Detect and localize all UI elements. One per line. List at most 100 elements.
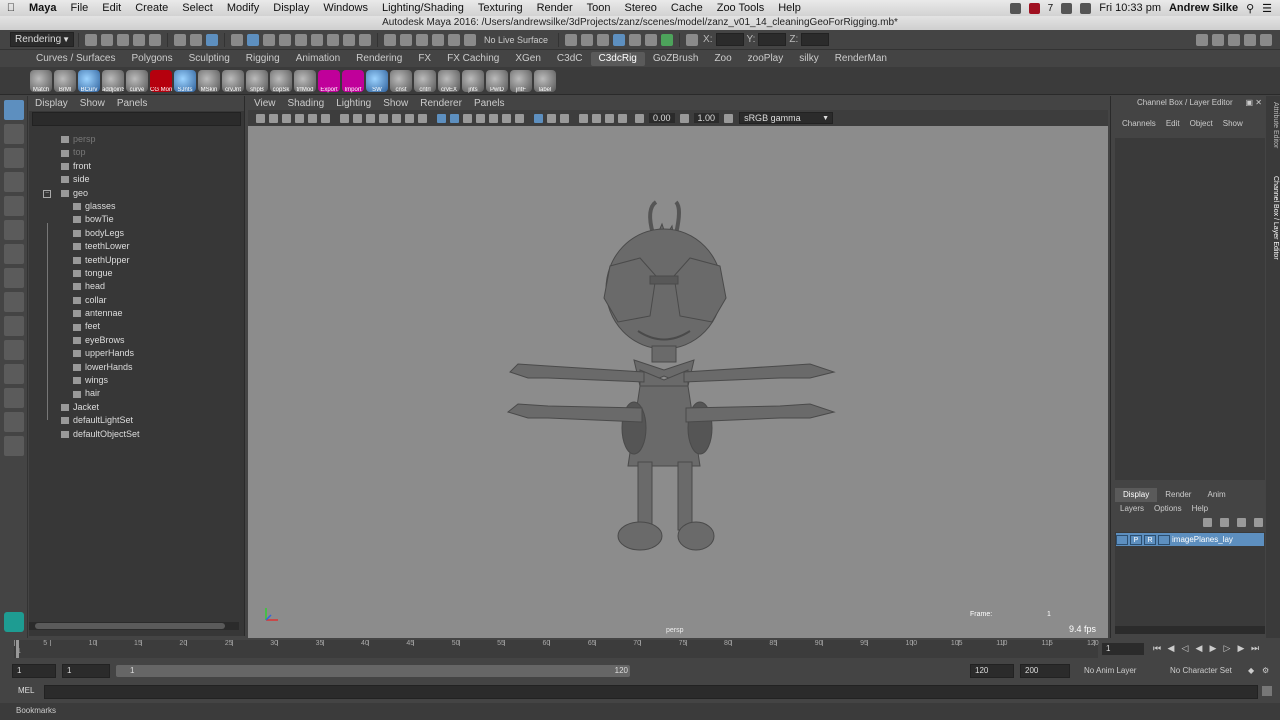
new-layer-selected-icon[interactable] — [1254, 518, 1263, 527]
shelf-button-match[interactable]: Match — [30, 69, 52, 93]
command-input[interactable] — [44, 685, 1258, 699]
coord-y-input[interactable] — [758, 33, 787, 46]
shelf-button-crvjnt[interactable]: crvJnt — [222, 69, 244, 93]
tab-attribute-editor[interactable]: Attribute Editor — [1267, 102, 1279, 148]
safe-title-icon[interactable] — [418, 113, 427, 123]
grid-icon[interactable] — [340, 113, 349, 123]
preferences-icon[interactable]: ⚙ — [1262, 664, 1269, 678]
shelf-button-jntf[interactable]: jntF — [510, 69, 532, 93]
outliner-item[interactable]: bowTie — [29, 213, 244, 226]
gamma-icon[interactable] — [679, 113, 689, 123]
layer-flag-toggle[interactable] — [1116, 534, 1128, 545]
menu-render[interactable]: Render — [530, 2, 580, 14]
image-plane-icon[interactable] — [295, 113, 304, 123]
shelf-button-jnts[interactable]: jnts — [462, 69, 484, 93]
shelf-button-trfmod[interactable]: trfMod — [294, 69, 316, 93]
menu-modify[interactable]: Modify — [220, 2, 266, 14]
outliner-item[interactable]: tongue — [29, 267, 244, 280]
render-view-icon[interactable] — [565, 33, 578, 46]
shelf-button-sjnts[interactable]: SJnts — [174, 69, 196, 93]
shelf-button-copsk[interactable]: copSk — [270, 69, 292, 93]
shelf-button-curve[interactable]: curve — [126, 69, 148, 93]
isolate-select-icon[interactable] — [579, 113, 588, 123]
channel-box-scrollbar[interactable] — [1115, 626, 1265, 634]
mask-deform-icon[interactable] — [279, 33, 291, 46]
animation-end-field[interactable]: 200 — [1020, 664, 1070, 678]
menu-cache[interactable]: Cache — [664, 2, 710, 14]
outliner-item[interactable]: glasses — [29, 200, 244, 213]
mask-curves-icon[interactable] — [247, 33, 259, 46]
viewport-menu-renderer[interactable]: Renderer — [414, 98, 468, 109]
menu-create[interactable]: Create — [128, 2, 175, 14]
menu-toon[interactable]: Toon — [580, 2, 618, 14]
notification-center-icon[interactable]: ☰ — [1262, 2, 1272, 15]
color-space-dropdown[interactable]: sRGB gamma ▼ — [739, 112, 834, 124]
go-to-end-icon[interactable]: ⏭ — [1250, 643, 1260, 653]
shelf-tab-sculpting[interactable]: Sculpting — [181, 52, 238, 66]
outliner-item[interactable]: feet — [29, 320, 244, 333]
mask-render-icon[interactable] — [311, 33, 323, 46]
viewport-menu-shading[interactable]: Shading — [282, 98, 331, 109]
viewport-menu-view[interactable]: View — [248, 98, 282, 109]
outliner-item[interactable]: persp — [29, 133, 244, 146]
layer-menu-options[interactable]: Options — [1149, 504, 1187, 516]
channel-box-icon[interactable] — [1260, 33, 1272, 46]
snap-curve-icon[interactable] — [384, 33, 396, 46]
sidebar-toggle-icon[interactable] — [1196, 33, 1208, 46]
render-setup-icon[interactable] — [645, 33, 658, 46]
dropbox-icon[interactable] — [1009, 2, 1021, 14]
outliner-menu-show[interactable]: Show — [74, 98, 111, 109]
shelf-tab-c3dc[interactable]: C3dC — [549, 52, 591, 66]
open-scene-icon[interactable] — [101, 33, 113, 46]
time-slider-track[interactable]: 1 51015202530354045505560657075808590951… — [14, 640, 1099, 658]
shelf-button-label[interactable]: label — [534, 69, 556, 93]
layer-menu-layers[interactable]: Layers — [1115, 504, 1149, 516]
outliner-item[interactable]: side — [29, 173, 244, 186]
wireframe-on-shaded-icon[interactable] — [476, 113, 485, 123]
shelf-tab-polygons[interactable]: Polygons — [123, 52, 180, 66]
animation-start-field[interactable]: 1 — [12, 664, 56, 678]
character-set-dropdown[interactable]: No Character Set — [1170, 664, 1232, 678]
mask-dynamics-icon[interactable] — [295, 33, 307, 46]
3d-viewport[interactable]: Frame: 1 persp 9.4 fps — [248, 126, 1108, 638]
render-frame-icon[interactable] — [581, 33, 594, 46]
command-language-label[interactable]: MEL — [18, 686, 34, 695]
resolution-gate-icon[interactable] — [366, 113, 375, 123]
channel-box-body[interactable] — [1115, 138, 1265, 480]
shelf-button-cg-mon[interactable]: CG Mon — [150, 69, 172, 93]
shelf-tab-renderman[interactable]: RenderMan — [827, 52, 895, 66]
tab-anim[interactable]: Anim — [1199, 488, 1233, 502]
outliner-search-input[interactable] — [32, 112, 241, 126]
mask-surfaces-icon[interactable] — [263, 33, 275, 46]
2d-pan-zoom-icon[interactable] — [308, 113, 317, 123]
graph-layout-icon[interactable] — [4, 364, 24, 384]
gate-mask-icon[interactable] — [379, 113, 388, 123]
scrollbar-thumb[interactable] — [35, 623, 225, 629]
step-forward-key-icon[interactable]: ▶ — [1236, 643, 1246, 653]
playback-start-field[interactable]: 1 — [62, 664, 110, 678]
shelf-tab-zoo[interactable]: Zoo — [706, 52, 739, 66]
close-icon[interactable]: ▣ ✕ — [1246, 96, 1262, 110]
menu-lighting-shading[interactable]: Lighting/Shading — [375, 2, 471, 14]
outliner-item[interactable]: top — [29, 146, 244, 159]
shelf-tab-fx[interactable]: FX — [410, 52, 439, 66]
shelf-button-addjoints[interactable]: addjoints — [102, 69, 124, 93]
script-editor-icon[interactable] — [1262, 686, 1272, 696]
snap-view-icon[interactable] — [416, 33, 428, 46]
menu-stereo[interactable]: Stereo — [618, 2, 664, 14]
shelf-button-mskin[interactable]: MSkin — [198, 69, 220, 93]
current-frame-field[interactable]: 1 — [1102, 643, 1144, 655]
coord-x-input[interactable] — [715, 33, 744, 46]
spotlight-icon[interactable]: ⚲ — [1246, 2, 1254, 15]
outliner-item[interactable]: front — [29, 160, 244, 173]
scale-tool-icon[interactable] — [4, 220, 24, 240]
range-slider-bar[interactable]: 1 120 — [116, 665, 630, 677]
layer-color-swatch[interactable] — [1158, 534, 1170, 545]
shelf-tab-rendering[interactable]: Rendering — [348, 52, 410, 66]
move-tool-icon[interactable] — [4, 172, 24, 192]
shelf-button-import[interactable]: Import — [342, 69, 364, 93]
live-surface-label[interactable]: No Live Surface — [484, 35, 548, 45]
lock-icon[interactable] — [343, 33, 355, 46]
magnet-icon[interactable] — [464, 33, 476, 46]
menu-windows[interactable]: Windows — [316, 2, 375, 14]
